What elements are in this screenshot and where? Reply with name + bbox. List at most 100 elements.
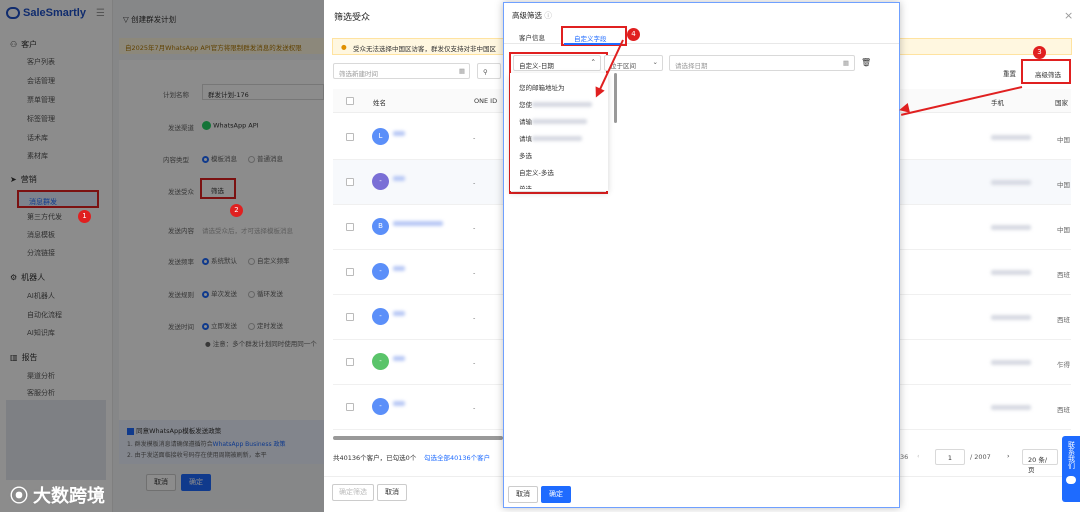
advanced-filter-button[interactable]: 高级筛选 — [1021, 59, 1071, 84]
country-cell: 中国 — [1057, 226, 1070, 234]
custom-field-select[interactable]: 自定义-日期 ⌃ — [513, 55, 601, 71]
tab-customer-info[interactable]: 客户信息 — [519, 32, 545, 42]
blurred-name — [393, 401, 405, 406]
option-email[interactable]: 您的邮箱地址为 — [519, 82, 565, 92]
options-scrollbar[interactable] — [614, 73, 617, 123]
blurred-name — [393, 356, 405, 361]
option-label: 请输 — [519, 118, 532, 126]
contact-us-label: 联系我们 — [1067, 441, 1076, 469]
avatar: - — [372, 263, 389, 280]
total-count: 共40136个客户，已勾选0个 — [333, 454, 417, 462]
blurred-name — [393, 131, 405, 136]
modal-title-text: 高级筛选 — [512, 11, 542, 20]
option-label: 请填 — [519, 135, 532, 143]
oneid-cell: - — [473, 224, 476, 232]
oneid-cell: - — [473, 359, 476, 367]
page-count-prefix: 36 — [900, 453, 909, 461]
custom-field-value: 自定义-日期 — [519, 62, 554, 70]
option-label: 您使 — [519, 101, 532, 109]
blurred-phone — [991, 315, 1031, 320]
step-badge-3: 3 — [1033, 46, 1046, 59]
select-all-link[interactable]: 勾选全部40136个客户 — [424, 452, 490, 462]
oneid-cell: - — [473, 134, 476, 142]
country-cell: 中国 — [1057, 181, 1070, 189]
step-badge-1: 1 — [78, 210, 91, 223]
avatar: - — [372, 308, 389, 325]
option-multi[interactable]: 多选 — [519, 150, 532, 160]
active-tab-indicator — [564, 43, 621, 45]
country-cell: 西班 — [1057, 316, 1070, 324]
calendar-icon: ▦ — [842, 59, 849, 67]
blurred-phone — [991, 270, 1031, 275]
row-checkbox[interactable] — [346, 133, 354, 141]
option-4[interactable]: 请填 — [519, 133, 582, 143]
chat-icon — [1066, 476, 1076, 484]
row-checkbox[interactable] — [346, 223, 354, 231]
col-country: 国家 — [1055, 99, 1068, 107]
range-value: 位于区间 — [610, 62, 636, 70]
oneid-cell: - — [473, 179, 476, 187]
watermark-logo: ⦿ 大数跨境 — [10, 482, 105, 508]
blurred-phone — [991, 405, 1031, 410]
confirm-filter-button[interactable]: 确定筛选 — [332, 484, 374, 501]
modal-cancel-button[interactable]: 取消 — [508, 486, 538, 503]
country-cell: 西班 — [1057, 406, 1070, 414]
calendar-icon: ▦ — [458, 67, 465, 75]
country-cell: 中国 — [1057, 136, 1070, 144]
advanced-filter-modal: 高级筛选 ⓘ 客户信息 自定义字段 自定义-日期 ⌃ 位于区间 ⌄ 请选择日期 ▦ 🗑… — [503, 2, 900, 508]
option-single[interactable]: 单选 — [519, 183, 532, 189]
sidebar-dim-overlay — [0, 0, 113, 512]
chevron-down-icon: ⌄ — [652, 58, 658, 66]
next-page-icon[interactable]: › — [1007, 452, 1010, 460]
drawer-title: 筛选受众 — [334, 13, 371, 23]
blurred-name — [393, 311, 405, 316]
col-oneid: ONE ID — [474, 97, 498, 105]
page-size-select[interactable]: 20 条/页 — [1022, 449, 1058, 474]
page-total: / 2007 — [970, 453, 991, 461]
step-badge-4: 4 — [627, 28, 640, 41]
col-name: 姓名 — [373, 99, 386, 107]
page-size-value: 20 条/页 — [1028, 456, 1048, 474]
drawer-cancel-button[interactable]: 取消 — [377, 484, 407, 501]
blurred-text — [532, 136, 582, 141]
blurred-phone — [991, 135, 1031, 140]
select-all-checkbox[interactable] — [346, 97, 354, 105]
col-phone: 手机 — [991, 99, 1004, 107]
prev-page-icon[interactable]: ‹ — [917, 452, 920, 460]
row-checkbox[interactable] — [346, 313, 354, 321]
chevron-up-icon: ⌃ — [590, 58, 596, 66]
option-2[interactable]: 您使 — [519, 99, 592, 109]
horizontal-scrollbar[interactable] — [333, 436, 503, 440]
page-input[interactable]: 1 — [935, 449, 965, 465]
created-time-placeholder: 筛选新建时间 — [339, 70, 378, 78]
modal-confirm-button[interactable]: 确定 — [541, 486, 571, 503]
blurred-text — [532, 119, 587, 124]
row-checkbox[interactable] — [346, 268, 354, 276]
warning-icon: ● — [341, 43, 347, 51]
watermark-mark-icon: ⦿ — [10, 486, 34, 506]
oneid-cell: - — [473, 314, 476, 322]
delete-icon[interactable]: 🗑 — [861, 58, 871, 67]
step-badge-2: 2 — [230, 204, 243, 217]
reset-button[interactable]: 重置 — [1003, 68, 1016, 78]
date-picker[interactable]: 请选择日期 ▦ — [669, 55, 855, 71]
close-icon[interactable]: × — [1064, 9, 1073, 22]
country-cell: 西班 — [1057, 271, 1070, 279]
blurred-name — [393, 221, 443, 226]
warning-text: 受众无法选择中国区访客，群发仅支持对非中国区 — [353, 45, 496, 53]
avatar: L — [372, 128, 389, 145]
info-icon: ⓘ — [544, 11, 552, 20]
created-time-filter[interactable]: 筛选新建时间 ▦ — [333, 63, 470, 79]
row-checkbox[interactable] — [346, 178, 354, 186]
blurred-phone — [991, 360, 1031, 365]
blurred-phone — [991, 225, 1031, 230]
row-checkbox[interactable] — [346, 403, 354, 411]
avatar: - — [372, 398, 389, 415]
option-3[interactable]: 请输 — [519, 116, 587, 126]
contact-us-button[interactable]: 联系我们 — [1062, 436, 1080, 502]
search-icon[interactable]: ⚲ — [477, 63, 501, 79]
country-cell: 乍得 — [1057, 361, 1070, 369]
option-custom-multi[interactable]: 自定义-多选 — [519, 167, 554, 177]
row-checkbox[interactable] — [346, 358, 354, 366]
date-placeholder: 请选择日期 — [675, 62, 708, 70]
